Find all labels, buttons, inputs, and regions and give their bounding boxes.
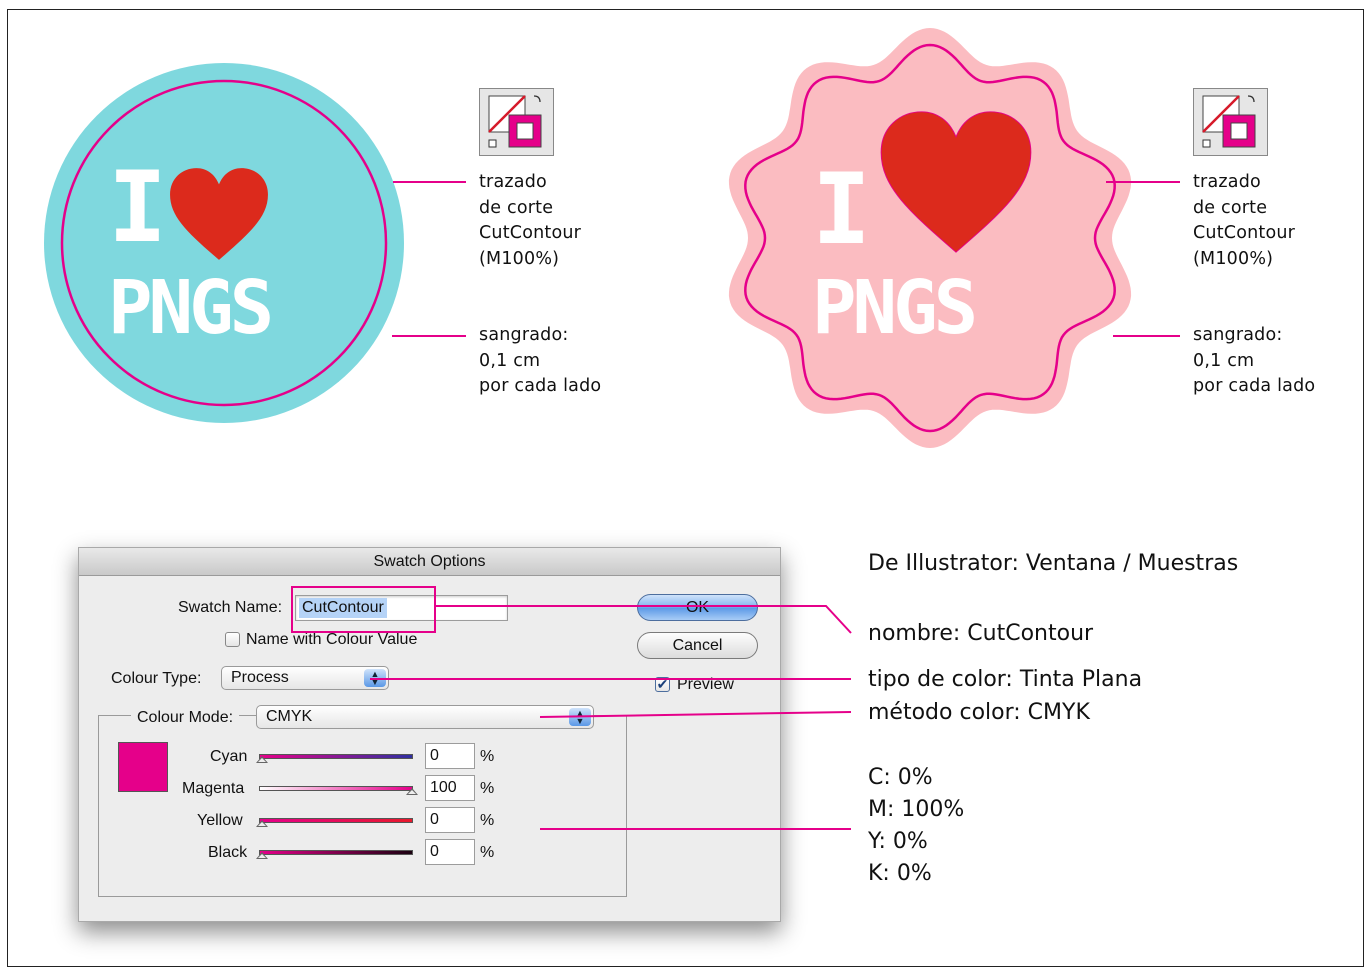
magenta-label: Magenta: [182, 780, 245, 797]
note-name: nombre: CutContour: [868, 621, 1094, 646]
name-with-colour-value-checkbox[interactable]: [225, 632, 240, 647]
yellow-unit: %: [480, 812, 495, 829]
note-values: C: 0% M: 100% Y: 0% K: 0%: [868, 762, 964, 890]
preview-label: Preview: [677, 676, 734, 693]
magenta-slider[interactable]: [259, 786, 413, 791]
black-unit: %: [480, 844, 495, 861]
colour-mode-select[interactable]: CMYK ▲ ▼: [256, 705, 594, 729]
annotation-line: trazado: [479, 172, 547, 192]
magenta-value-input[interactable]: 100: [425, 775, 475, 801]
annotation-line: 0,1 cm: [1193, 350, 1255, 371]
cyan-slider-handle[interactable]: [256, 756, 268, 763]
dialog-titlebar[interactable]: Swatch Options: [79, 548, 780, 576]
annotation-line: (M100%): [1193, 248, 1274, 269]
swatch-name-value: CutContour: [299, 598, 387, 618]
annotation-line: por cada lado: [1193, 376, 1316, 396]
annotation-line: por cada lado: [479, 376, 602, 396]
note-value: K: 0%: [868, 861, 932, 886]
left-logo: I PNGS: [100, 151, 360, 360]
cyan-slider[interactable]: [259, 754, 413, 759]
heart-icon: [170, 168, 268, 260]
logo-letter-i: I: [108, 151, 168, 265]
logo-word-pngs: PNGS: [108, 265, 274, 351]
name-with-colour-value-label: Name with Colour Value: [246, 631, 418, 648]
annotation-line: CutContour: [479, 223, 582, 243]
black-slider[interactable]: [259, 850, 413, 855]
note-type: tipo de color: Tinta Plana: [868, 667, 1143, 692]
fill-stroke-swatch-icon: [1193, 88, 1268, 156]
note-value: C: 0%: [868, 765, 933, 790]
bleed-annotation-left: sangrado: 0,1 cm por cada lado: [479, 323, 601, 400]
black-slider-handle[interactable]: [256, 852, 268, 859]
cyan-value-input[interactable]: 0: [425, 743, 475, 769]
preview-checkbox[interactable]: ✔: [655, 677, 670, 692]
logo-letter-i: I: [812, 153, 872, 267]
note-mode: método color: CMYK: [868, 700, 1090, 725]
yellow-label: Yellow: [197, 812, 243, 829]
colour-mode-value: CMYK: [266, 708, 313, 725]
stroke-annotation-right: trazado de corte CutContour (M100%): [1193, 170, 1295, 272]
yellow-value-input[interactable]: 0: [425, 807, 475, 833]
cancel-button[interactable]: Cancel: [637, 632, 758, 659]
note-value: M: 100%: [868, 797, 965, 822]
annotation-line: de corte: [479, 197, 554, 218]
colour-type-label: Colour Type:: [111, 670, 202, 687]
colour-preview-swatch: [118, 742, 168, 792]
note-value: Y: 0%: [868, 829, 928, 854]
annotation-line: (M100%): [479, 248, 560, 269]
colour-mode-label: Colour Mode:: [131, 709, 240, 727]
magenta-slider-handle[interactable]: [406, 788, 418, 795]
cyan-unit: %: [480, 748, 495, 765]
annotation-line: de corte: [1193, 197, 1268, 218]
colour-type-value: Process: [231, 669, 289, 686]
stroke-annotation-left: trazado de corte CutContour (M100%): [479, 170, 581, 272]
colour-mode-group: [98, 715, 627, 897]
colour-type-select[interactable]: Process ▲ ▼: [221, 666, 389, 690]
logo-word-pngs: PNGS: [812, 265, 978, 351]
magenta-unit: %: [480, 780, 495, 797]
black-value-input[interactable]: 0: [425, 839, 475, 865]
swatch-options-dialog: Swatch Options Swatch Name: CutContour N…: [78, 547, 781, 922]
swatch-name-label: Swatch Name:: [178, 599, 283, 616]
ok-button[interactable]: OK: [637, 594, 758, 621]
swatch-name-input[interactable]: CutContour: [295, 595, 508, 621]
updown-arrows-icon: ▲ ▼: [364, 669, 386, 687]
annotation-line: CutContour: [1193, 223, 1296, 243]
annotation-line: trazado: [1193, 172, 1261, 192]
right-logo: I PNGS: [808, 105, 1068, 365]
bleed-annotation-right: sangrado: 0,1 cm por cada lado: [1193, 323, 1315, 400]
yellow-slider-handle[interactable]: [256, 820, 268, 827]
fill-stroke-swatch-icon: [479, 88, 554, 156]
heart-icon: [880, 111, 1032, 253]
dialog-title: Swatch Options: [373, 553, 486, 570]
annotation-line: sangrado:: [1193, 325, 1283, 345]
yellow-slider[interactable]: [259, 818, 413, 823]
annotation-line: sangrado:: [479, 325, 569, 345]
black-label: Black: [208, 844, 248, 861]
notes-heading: De Illustrator: Ventana / Muestras: [868, 551, 1239, 576]
cyan-label: Cyan: [210, 748, 248, 765]
annotation-line: 0,1 cm: [479, 350, 541, 371]
updown-arrows-icon: ▲ ▼: [569, 708, 591, 726]
